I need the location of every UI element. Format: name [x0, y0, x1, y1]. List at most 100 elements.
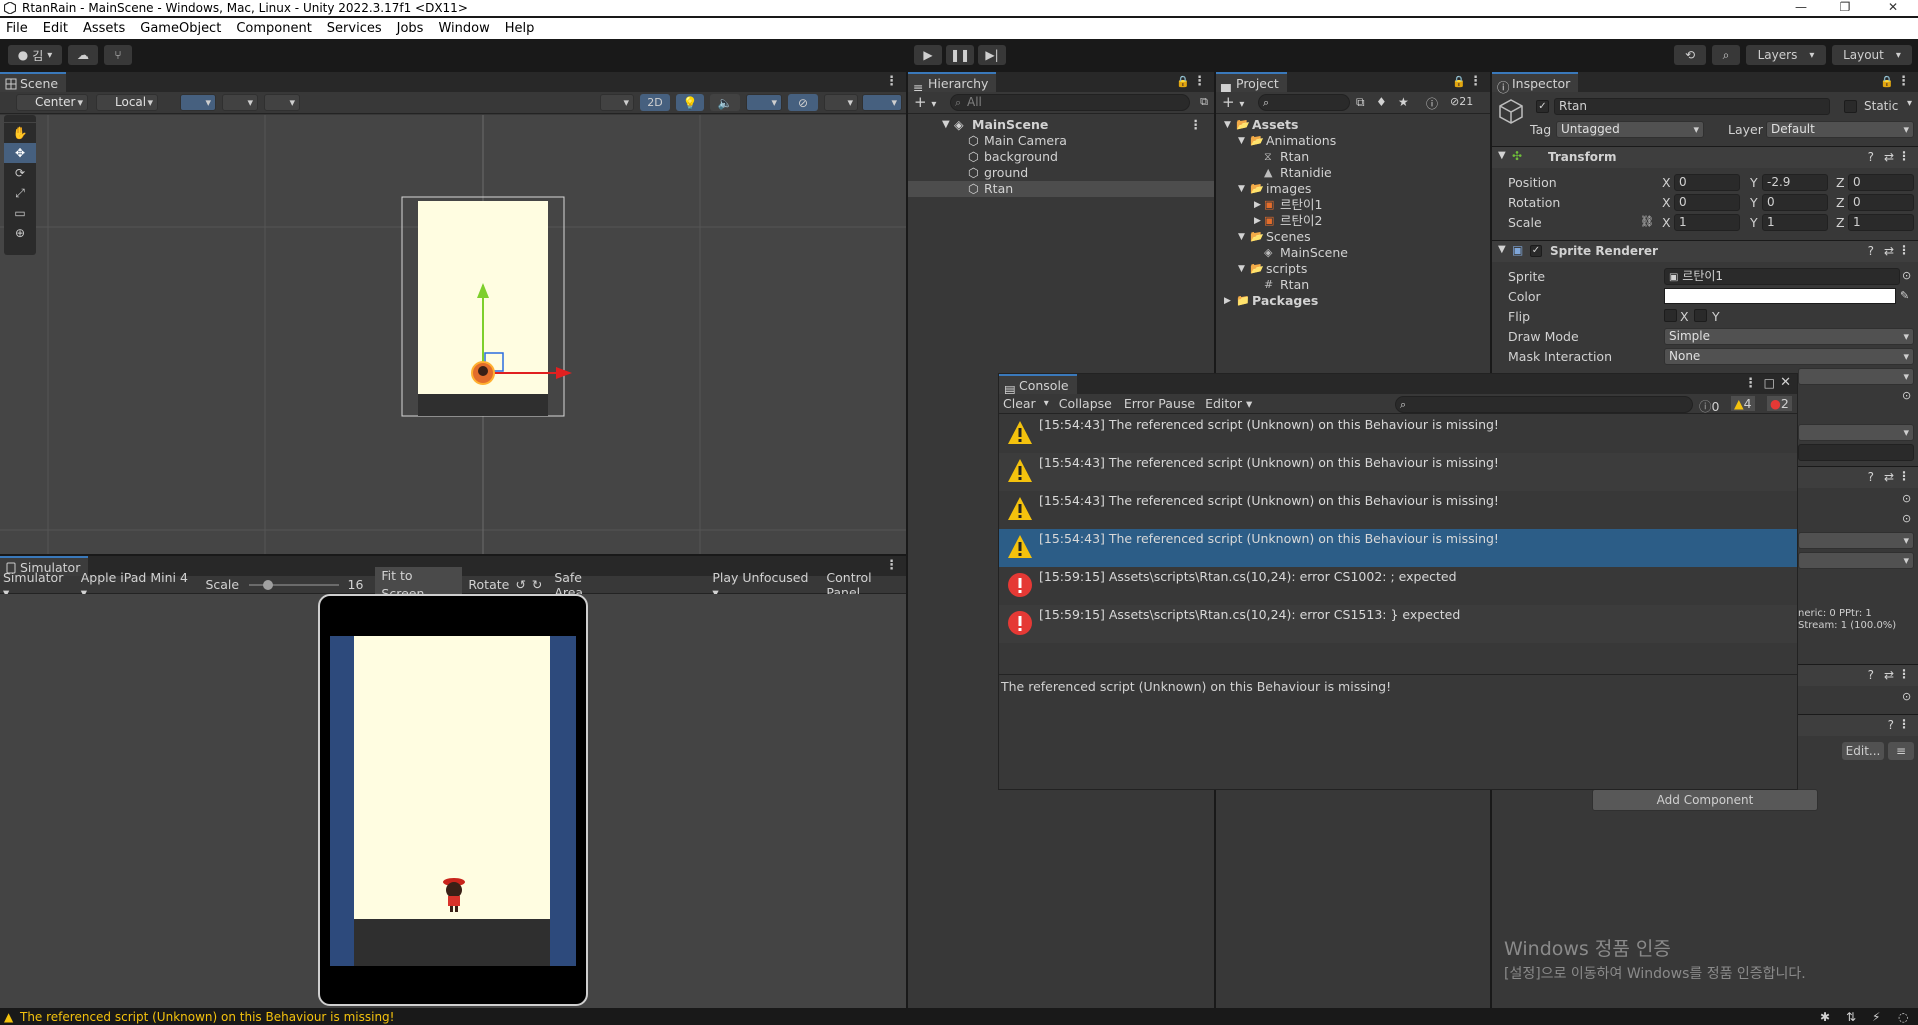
close-icon[interactable]: ✕ — [1780, 375, 1791, 390]
menu-services[interactable]: Services — [327, 21, 382, 36]
rotate-button[interactable]: Rotate — [468, 577, 509, 592]
console-log-row[interactable]: [15:54:43] The referenced script (Unknow… — [999, 453, 1797, 491]
static-checkbox[interactable] — [1844, 100, 1857, 113]
pause-button[interactable]: ❚❚ — [946, 45, 974, 65]
preset-icon[interactable]: ⇄ — [1884, 470, 1894, 484]
align-dropdown[interactable] — [264, 94, 300, 111]
project-item[interactable]: ▶ 📁 Packages — [1216, 293, 1490, 309]
progress-icon[interactable]: ◌ — [1898, 1010, 1908, 1024]
sim-scale-thumb[interactable] — [263, 579, 274, 590]
console-log-row[interactable]: [15:59:15] Assets\scripts\Rtan.cs(10,24)… — [999, 605, 1797, 643]
sim-scale-slider[interactable] — [249, 579, 340, 590]
expand-arrow-icon[interactable]: ▶ — [1254, 213, 1261, 229]
sprite-field[interactable]: ▣ 르탄이1 — [1664, 268, 1900, 285]
search-by-label-icon[interactable]: ♦ — [1376, 95, 1387, 109]
menu-gameobject[interactable]: GameObject — [140, 21, 221, 36]
hierarchy-item[interactable]: ⬡ background — [908, 149, 1214, 165]
expand-arrow-icon[interactable]: ▶ — [1224, 293, 1231, 309]
create-button[interactable]: + ▾ — [914, 93, 936, 111]
project-item[interactable]: ▲ Rtanidie — [1216, 165, 1490, 181]
animator-header[interactable]: ? ⇄ ⋮ — [1798, 466, 1918, 488]
pivot-dropdown[interactable]: Center — [16, 94, 88, 111]
camera-dropdown[interactable] — [824, 94, 858, 111]
project-item[interactable]: ▶ ▣ 르탄이2 — [1216, 213, 1490, 229]
position-z-field[interactable]: 0 — [1848, 174, 1914, 191]
lock-icon[interactable]: 🔒 — [1176, 75, 1190, 88]
menu-file[interactable]: File — [6, 21, 28, 36]
error-pause-toggle[interactable]: Error Pause — [1124, 396, 1195, 411]
scene-menu-icon[interactable]: ⋮ — [885, 74, 898, 89]
constrain-proportions-icon[interactable]: ⛓ — [1640, 215, 1654, 228]
move-tool[interactable]: ✥ — [4, 143, 36, 163]
console-search-input[interactable]: ⌕ — [1395, 396, 1693, 413]
layer-dropdown[interactable]: Default — [1766, 121, 1914, 138]
draw-mode-dropdown[interactable]: Simple — [1664, 328, 1914, 345]
hidden-objects-toggle[interactable]: ⊘ — [788, 94, 818, 111]
menu-component[interactable]: Component — [236, 21, 311, 36]
avatar-picker-icon[interactable]: ⊙ — [1902, 512, 1911, 525]
create-asset-button[interactable]: + ▾ — [1222, 93, 1244, 111]
preset-icon[interactable]: ⇄ — [1884, 244, 1894, 258]
hierarchy-item-selected[interactable]: ⬡ Rtan — [908, 181, 1214, 197]
rotate-right-icon[interactable]: ↻ — [532, 577, 542, 592]
help-icon[interactable]: ? — [1868, 150, 1874, 164]
tab-console[interactable]: ▤ Console — [999, 374, 1077, 397]
collapse-arrow-icon[interactable]: ▼ — [1238, 229, 1245, 245]
scale-y-field[interactable]: 1 — [1762, 214, 1828, 231]
project-item[interactable]: ▼ 📂 images — [1216, 181, 1490, 197]
maximize-icon[interactable]: ❐ — [1824, 0, 1866, 16]
component-menu-icon[interactable]: ⋮ — [1898, 149, 1910, 163]
scale-tool[interactable]: ⤢ — [4, 183, 36, 203]
order-field[interactable] — [1798, 444, 1914, 461]
preset-icon[interactable]: ⇄ — [1884, 150, 1894, 164]
bug-icon[interactable]: ✱ — [1820, 1010, 1830, 1024]
cloud-button[interactable]: ☁ — [68, 45, 98, 65]
network-icon[interactable]: ⇅ — [1846, 1010, 1856, 1024]
script-picker-icon[interactable]: ⊙ — [1902, 690, 1911, 703]
editor-target-dropdown[interactable]: Editor ▾ — [1205, 396, 1252, 411]
collapse-arrow-icon[interactable]: ▼ — [1238, 181, 1245, 197]
hierarchy-item[interactable]: ⬡ ground — [908, 165, 1214, 181]
flip-x-checkbox[interactable] — [1664, 309, 1677, 322]
project-item[interactable]: ▼ 📂 scripts — [1216, 261, 1490, 277]
menu-window[interactable]: Window — [438, 21, 489, 36]
clear-options-dropdown[interactable]: ▾ — [1044, 398, 1049, 409]
component-menu-icon[interactable]: ⋮ — [1898, 469, 1910, 483]
rect-tool[interactable]: ▭ — [4, 203, 36, 223]
status-message[interactable]: The referenced script (Unknown) on this … — [20, 1010, 394, 1024]
position-y-field[interactable]: -2.9 — [1762, 174, 1828, 191]
help-icon[interactable]: ? — [1888, 718, 1894, 732]
auto-generate-icon[interactable]: ⚡ — [1872, 1010, 1880, 1024]
menu-edit[interactable]: Edit — [43, 21, 68, 36]
project-search-input[interactable]: ⌕ — [1258, 94, 1350, 111]
project-item[interactable]: ▼ 📂 Assets — [1216, 117, 1490, 133]
sprite-renderer-header[interactable]: ▼ ▣ ✓ Sprite Renderer ? ⇄ ⋮ — [1492, 240, 1918, 262]
menu-help[interactable]: Help — [505, 21, 535, 36]
collider-header[interactable]: ? ⋮ — [1798, 714, 1918, 736]
inspector-menu-icon[interactable]: ⋮ — [1897, 74, 1910, 89]
rotate-left-icon[interactable]: ↺ — [515, 577, 525, 592]
saved-search-icon[interactable]: ★ — [1398, 95, 1409, 109]
add-component-button[interactable]: Add Component — [1592, 789, 1818, 811]
clear-button[interactable]: Clear — [1003, 396, 1036, 411]
close-icon[interactable]: ✕ — [1872, 0, 1914, 16]
layers-dropdown[interactable]: Layers ▾ — [1746, 45, 1826, 65]
component-menu-icon[interactable]: ⋮ — [1898, 243, 1910, 257]
increment-snap-dropdown[interactable] — [222, 94, 258, 111]
collapse-arrow-icon[interactable]: ▼ — [1238, 261, 1245, 277]
hand-tool[interactable]: ✋ — [4, 123, 36, 143]
culling-mode-dropdown[interactable] — [1798, 552, 1914, 569]
search-button[interactable]: ⌕ — [1712, 45, 1740, 65]
search-by-type-icon[interactable]: ⧉ — [1356, 95, 1365, 110]
menu-jobs[interactable]: Jobs — [397, 21, 424, 36]
scene-canvas[interactable] — [0, 115, 906, 554]
controller-picker-icon[interactable]: ⊙ — [1902, 492, 1911, 505]
account-dropdown[interactable]: ● 김 ▾ — [8, 45, 62, 65]
console-log-row[interactable]: [15:59:15] Assets\scripts\Rtan.cs(10,24)… — [999, 567, 1797, 605]
layout-dropdown[interactable]: Layout ▾ — [1832, 45, 1912, 65]
help-icon[interactable]: ? — [1868, 668, 1874, 682]
component-menu-icon[interactable]: ⋮ — [1898, 717, 1910, 731]
project-menu-icon[interactable]: ⋮ — [1469, 74, 1482, 89]
info-count-toggle[interactable]: ⓘ0 — [1699, 396, 1719, 415]
object-picker-icon[interactable]: ⊙ — [1902, 269, 1911, 282]
